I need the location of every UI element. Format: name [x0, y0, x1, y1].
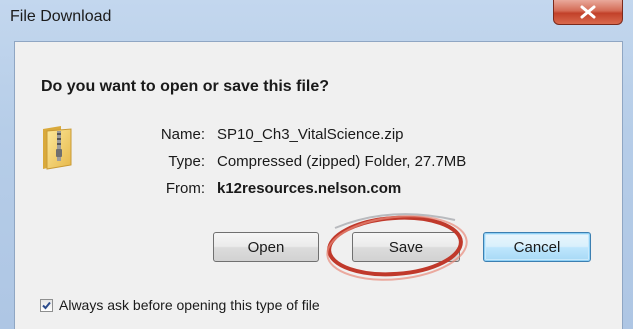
close-icon	[580, 5, 596, 19]
always-ask-checkbox-row[interactable]: Always ask before opening this type of f…	[40, 297, 320, 313]
name-label: Name:	[160, 126, 205, 143]
file-download-window: File Download Do you want to open or sav…	[0, 0, 633, 329]
open-button[interactable]: Open	[213, 232, 319, 262]
dialog-question: Do you want to open or save this file?	[41, 78, 330, 95]
close-button[interactable]	[553, 0, 623, 25]
file-source-value: k12resources.nelson.com	[217, 180, 402, 197]
checkmark-icon	[42, 301, 51, 309]
type-label: Type:	[168, 153, 205, 170]
title-bar[interactable]: File Download	[0, 0, 633, 34]
from-label: From:	[165, 180, 205, 197]
always-ask-checkbox[interactable]	[40, 298, 53, 312]
cancel-button[interactable]: Cancel	[483, 232, 591, 262]
save-button[interactable]: Save	[352, 232, 460, 262]
window-title: File Download	[10, 8, 112, 25]
always-ask-label: Always ask before opening this type of f…	[59, 297, 320, 313]
dialog-body: Do you want to open or save this file? N…	[14, 41, 623, 329]
file-name-value: SP10_Ch3_VitalScience.zip	[217, 126, 404, 143]
file-type-value: Compressed (zipped) Folder, 27.7MB	[217, 153, 467, 170]
